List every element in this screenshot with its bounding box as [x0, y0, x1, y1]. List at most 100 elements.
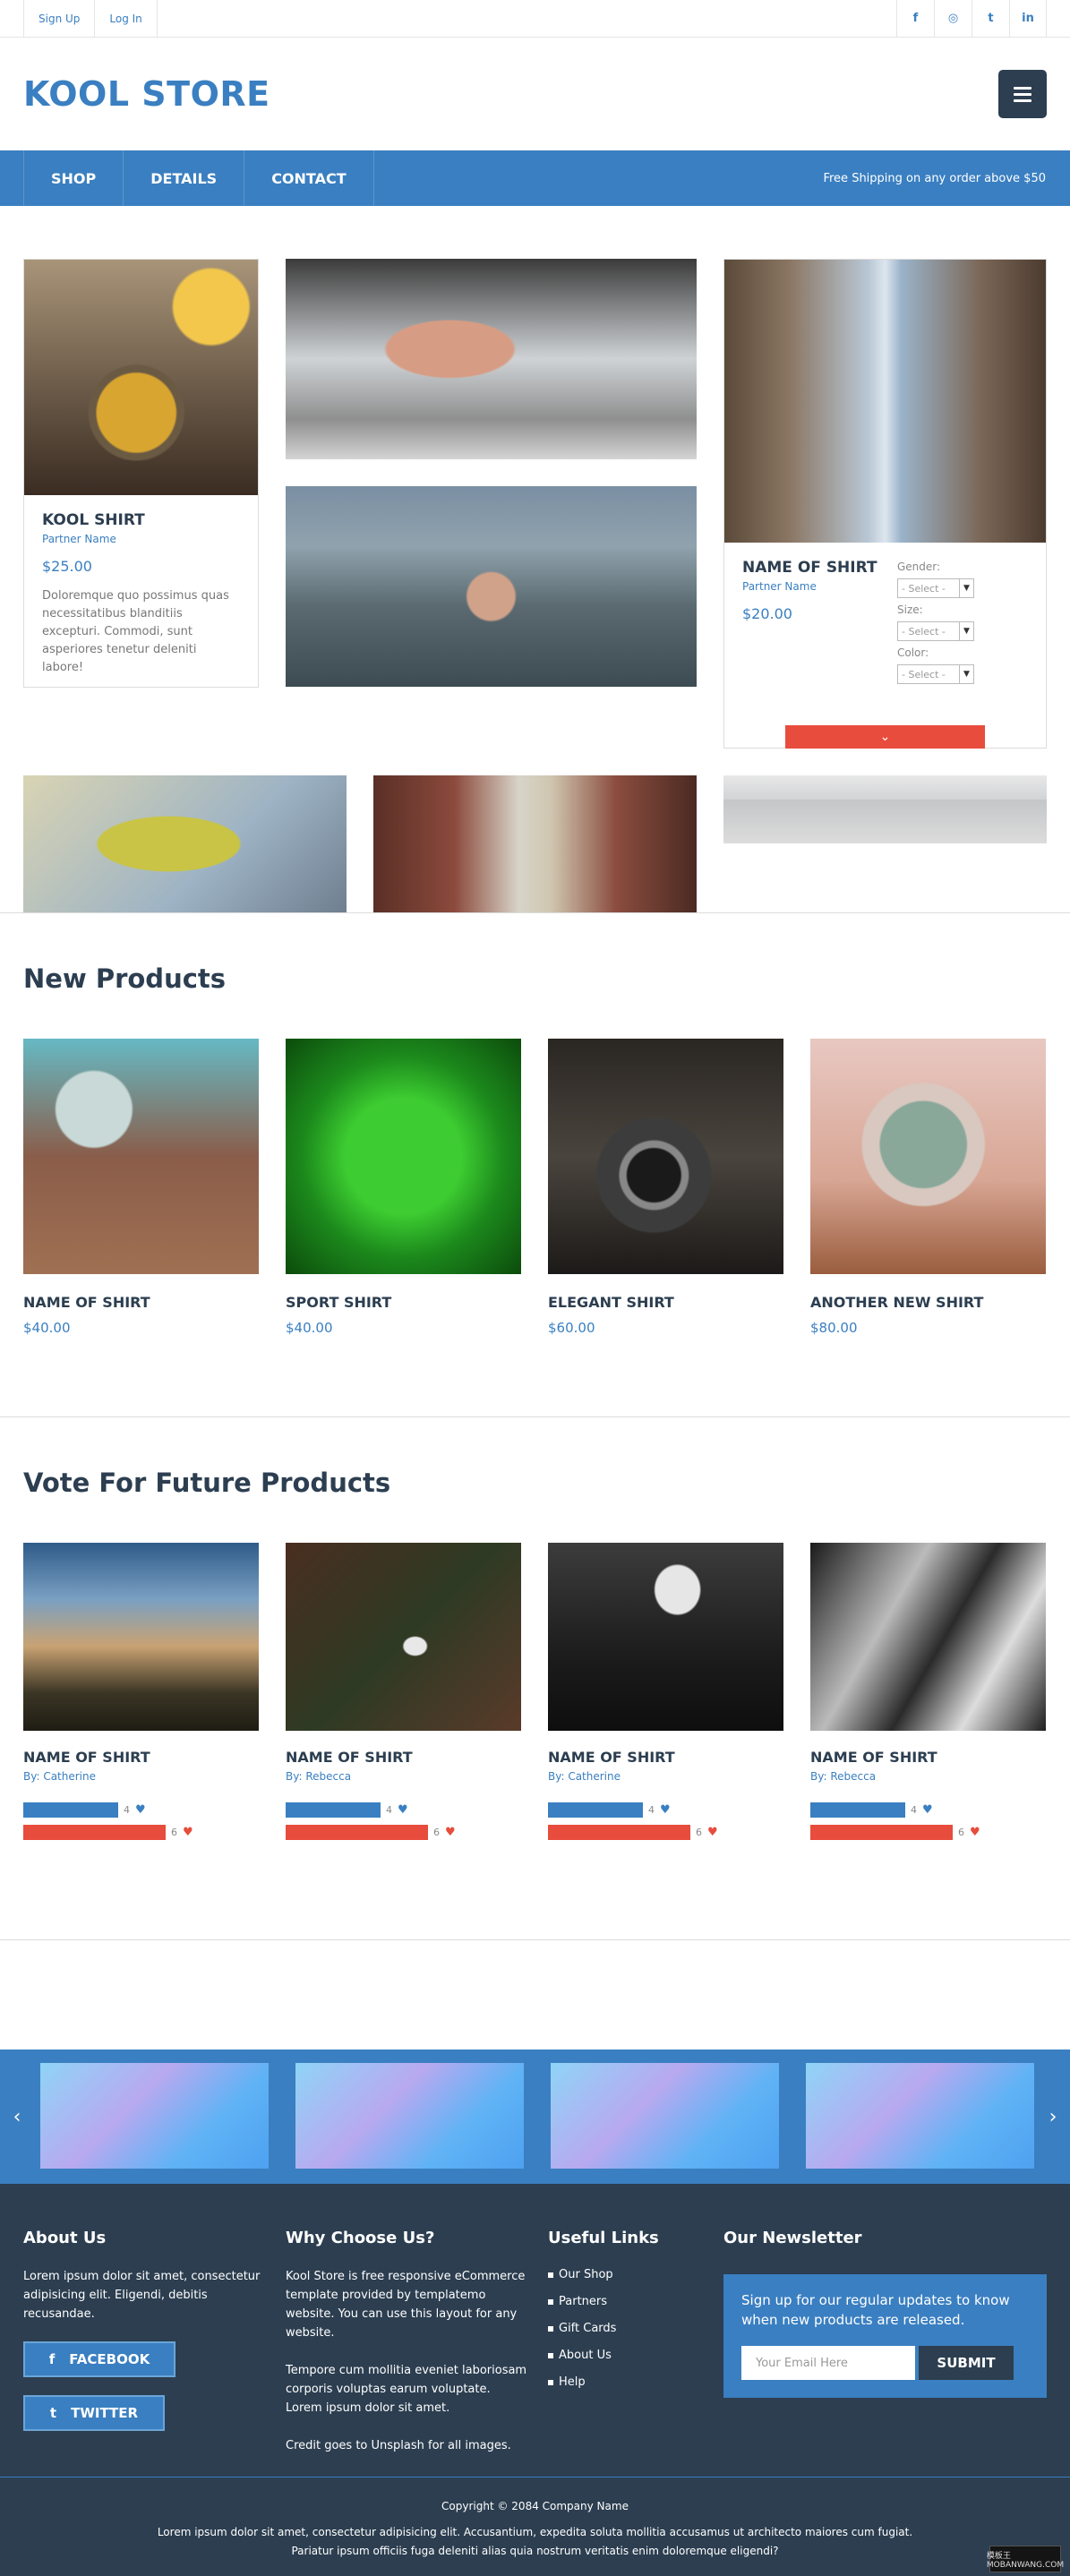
- product-name[interactable]: NAME OF SHIRT: [742, 559, 877, 577]
- vote-card: NAME OF SHIRT By: Catherine 4 ♥ 6 ♥: [548, 1543, 783, 1840]
- dislike-bar: [23, 1825, 166, 1840]
- product-name[interactable]: NAME OF SHIRT: [286, 1749, 521, 1766]
- dislike-vote[interactable]: 6 ♥: [810, 1825, 1046, 1840]
- like-bar: [810, 1802, 905, 1818]
- twitter-icon: t: [49, 2405, 57, 2421]
- hamburger-icon: [1014, 86, 1031, 90]
- heart-icon: ♥: [398, 1803, 408, 1817]
- dislike-vote[interactable]: 6 ♥: [548, 1825, 783, 1840]
- column-title: Our Newsletter: [723, 2229, 862, 2247]
- partner-name[interactable]: Partner Name: [42, 533, 240, 545]
- product-name[interactable]: NAME OF SHIRT: [548, 1749, 783, 1766]
- signup-link[interactable]: Sign Up: [23, 0, 96, 37]
- product-card[interactable]: ELEGANT SHIRT $60.00: [548, 1039, 783, 1336]
- carousel-slide[interactable]: [40, 2063, 269, 2169]
- product-name[interactable]: ANOTHER NEW SHIRT: [810, 1294, 1046, 1311]
- gender-select[interactable]: - Select - ▼: [897, 578, 974, 598]
- coffee-cookies-image[interactable]: [23, 1039, 259, 1274]
- footer-link-gift-cards[interactable]: Gift Cards: [548, 2315, 700, 2342]
- email-field[interactable]: Your Email Here: [741, 2346, 915, 2380]
- menu-toggle-button[interactable]: [998, 70, 1047, 118]
- nav-item-contact[interactable]: CONTACT: [244, 150, 374, 206]
- product-name[interactable]: NAME OF SHIRT: [23, 1294, 259, 1311]
- footer-link-help[interactable]: Help: [548, 2369, 700, 2396]
- chevron-down-icon: ▼: [959, 579, 973, 597]
- site-logo[interactable]: KOOL STORE: [23, 74, 270, 114]
- leaf-image[interactable]: [23, 775, 347, 912]
- footer-link-partners[interactable]: Partners: [548, 2289, 700, 2315]
- camera-image[interactable]: [548, 1039, 783, 1274]
- like-vote[interactable]: 4 ♥: [23, 1802, 259, 1818]
- about-text: Lorem ipsum dolor sit amet, consectetur …: [23, 2270, 261, 2321]
- color-select[interactable]: - Select - ▼: [897, 664, 974, 684]
- grass-sunset-image[interactable]: [23, 1543, 259, 1731]
- size-label: Size:: [897, 603, 923, 616]
- footer-bottom: Copyright © 2084 Company Name Lorem ipsu…: [0, 2477, 1070, 2561]
- product-card[interactable]: NAME OF SHIRT $40.00: [23, 1039, 259, 1336]
- chevron-left-icon[interactable]: ‹: [7, 2050, 27, 2184]
- carousel-slide[interactable]: [806, 2063, 1034, 2169]
- footer-link-shop[interactable]: Our Shop: [548, 2262, 700, 2289]
- site-footer: About Us Lorem ipsum dolor sit amet, con…: [0, 2184, 1070, 2576]
- newsletter-text: Sign up for our regular updates to know …: [741, 2292, 1010, 2328]
- product-price: $60.00: [548, 1320, 595, 1336]
- forest-path-image[interactable]: [548, 1543, 783, 1731]
- facebook-icon[interactable]: f: [896, 0, 934, 37]
- city-buildings-image[interactable]: [724, 260, 1046, 543]
- twitter-icon[interactable]: t: [972, 0, 1009, 37]
- submit-button[interactable]: SUBMIT: [919, 2346, 1014, 2380]
- dislike-vote[interactable]: 6 ♥: [23, 1825, 259, 1840]
- dj-mixer-image[interactable]: [286, 259, 697, 459]
- dislike-vote[interactable]: 6 ♥: [286, 1825, 521, 1840]
- carousel-slide[interactable]: [295, 2063, 524, 2169]
- nav-item-shop[interactable]: SHOP: [23, 150, 124, 206]
- expand-options-button[interactable]: ⌄: [785, 725, 985, 749]
- login-link[interactable]: Log In: [95, 0, 158, 37]
- author-name[interactable]: By: Rebecca: [810, 1770, 1046, 1783]
- dribbble-icon[interactable]: ◎: [934, 0, 972, 37]
- product-name[interactable]: KOOL SHIRT: [42, 511, 240, 529]
- green-leaf-image[interactable]: [286, 1039, 521, 1274]
- facebook-button[interactable]: f FACEBOOK: [23, 2341, 175, 2377]
- footer-link-about[interactable]: About Us: [548, 2342, 700, 2369]
- linkedin-icon[interactable]: in: [1009, 0, 1047, 37]
- product-name[interactable]: NAME OF SHIRT: [23, 1749, 259, 1766]
- about-column: About Us Lorem ipsum dolor sit amet, con…: [23, 2229, 265, 2431]
- misty-lake-image[interactable]: [723, 775, 1047, 843]
- product-name[interactable]: SPORT SHIRT: [286, 1294, 521, 1311]
- size-select[interactable]: - Select - ▼: [897, 621, 974, 641]
- product-price: $40.00: [286, 1320, 333, 1336]
- chevron-right-icon[interactable]: ›: [1043, 2050, 1063, 2184]
- partner-name[interactable]: Partner Name: [742, 580, 877, 593]
- like-bar: [548, 1802, 643, 1818]
- author-name[interactable]: By: Catherine: [548, 1770, 783, 1783]
- product-options-card: NAME OF SHIRT Partner Name $20.00 Gender…: [723, 259, 1047, 749]
- featured-product-card[interactable]: KOOL SHIRT Partner Name $25.00 Doloremqu…: [23, 259, 259, 688]
- links-column: Useful Links Our Shop Partners Gift Card…: [548, 2229, 700, 2396]
- why-text-3: Credit goes to Unsplash for all images.: [286, 2439, 511, 2452]
- cactus-image[interactable]: [810, 1039, 1046, 1274]
- heart-icon: ♥: [970, 1826, 980, 1839]
- product-name[interactable]: ELEGANT SHIRT: [548, 1294, 783, 1311]
- author-name[interactable]: By: Rebecca: [286, 1770, 521, 1783]
- street-traffic-image[interactable]: [286, 486, 697, 687]
- abstract-wave-image[interactable]: [810, 1543, 1046, 1731]
- product-card[interactable]: SPORT SHIRT $40.00: [286, 1039, 521, 1336]
- author-name[interactable]: By: Catherine: [23, 1770, 259, 1783]
- product-name[interactable]: NAME OF SHIRT: [810, 1749, 1046, 1766]
- chevron-down-icon: ▼: [959, 622, 973, 640]
- vote-card: NAME OF SHIRT By: Catherine 4 ♥ 6 ♥: [23, 1543, 259, 1840]
- like-vote[interactable]: 4 ♥: [548, 1802, 783, 1818]
- product-card[interactable]: ANOTHER NEW SHIRT $80.00: [810, 1039, 1046, 1336]
- nav-item-details[interactable]: DETAILS: [124, 150, 245, 206]
- like-vote[interactable]: 4 ♥: [810, 1802, 1046, 1818]
- column-title: About Us: [23, 2229, 107, 2247]
- waterfall-image[interactable]: [286, 1543, 521, 1731]
- alley-laundry-image[interactable]: [373, 775, 697, 912]
- like-vote[interactable]: 4 ♥: [286, 1802, 521, 1818]
- twitter-button[interactable]: t TWITTER: [23, 2395, 165, 2431]
- carousel-slide[interactable]: [551, 2063, 779, 2169]
- teapot-image[interactable]: [24, 260, 258, 495]
- section-title: New Products: [23, 963, 227, 994]
- like-bar: [286, 1802, 381, 1818]
